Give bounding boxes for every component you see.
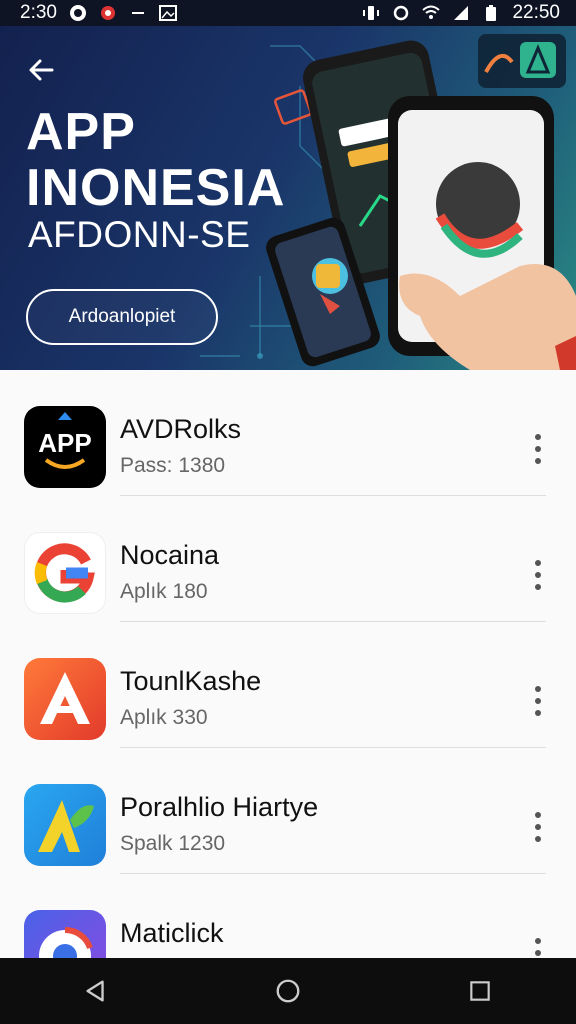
signal-icon (454, 6, 469, 20)
app-store-icon: APP (24, 406, 106, 488)
hero-title-line1: APP (26, 103, 136, 161)
app-meta: Aplık 180 (120, 580, 208, 603)
list-item[interactable]: Poralhlio Hiartye Spalk 1230 (0, 748, 576, 874)
hero-cta-button[interactable]: Ardoanlopiet (26, 289, 218, 345)
google-g-icon (24, 532, 106, 614)
hero-subtitle: AFDONN-SE (28, 214, 251, 255)
notification-icon (69, 5, 86, 21)
battery-icon (486, 5, 497, 21)
list-item[interactable]: TounlKashe Aplık 330 (0, 622, 576, 748)
more-options-icon[interactable] (524, 810, 552, 844)
image-icon (158, 5, 177, 21)
status-bar: 2:30 22:50 (0, 0, 576, 26)
app-name: Maticlick (120, 918, 224, 948)
app-name: TounlKashe (120, 666, 262, 696)
app-meta: Pass: 1380 (120, 454, 226, 477)
list-item[interactable]: Maticlick (0, 874, 576, 958)
sync-icon (394, 5, 409, 21)
app-store-icon-text: APP (38, 428, 91, 458)
more-options-icon[interactable] (524, 936, 552, 958)
app-name: Poralhlio Hiartye (120, 792, 319, 822)
app-notification-icon (100, 6, 115, 20)
navigation-bar (0, 958, 576, 1024)
list-item[interactable]: APP AVDRolks Pass: 1380 (0, 370, 576, 496)
vibrate-icon (363, 6, 380, 20)
app-list: APP AVDRolks Pass: 1380 Nocaina Aplık 18… (0, 370, 576, 958)
back-arrow-icon[interactable] (24, 52, 60, 88)
more-options-icon[interactable] (524, 558, 552, 592)
app-meta: Spalk 1230 (120, 832, 226, 855)
chrome-like-icon (24, 910, 106, 958)
a-leaf-icon (24, 784, 106, 866)
hero-banner: APP INONESIA AFDONN-SE Ardoanlopiet (0, 26, 576, 370)
a-letter-red-icon (24, 658, 106, 740)
hero-title: APP INONESIA (26, 104, 285, 216)
list-item[interactable]: Nocaina Aplık 180 (0, 496, 576, 622)
nav-back-icon[interactable] (76, 971, 116, 1011)
more-options-icon[interactable] (524, 432, 552, 466)
hero-title-line2: INONESIA (26, 159, 286, 217)
nav-recents-icon[interactable] (460, 971, 500, 1011)
more-options-icon[interactable] (524, 684, 552, 718)
status-time-right: 22:50 (512, 2, 560, 23)
cast-icon (131, 12, 144, 14)
nav-home-icon[interactable] (268, 971, 308, 1011)
status-time-left: 2:30 (20, 2, 57, 23)
app-name: Nocaina (120, 540, 220, 570)
wifi-icon (422, 5, 441, 19)
app-meta: Aplık 330 (120, 706, 208, 729)
app-name: AVDRolks (120, 414, 242, 444)
